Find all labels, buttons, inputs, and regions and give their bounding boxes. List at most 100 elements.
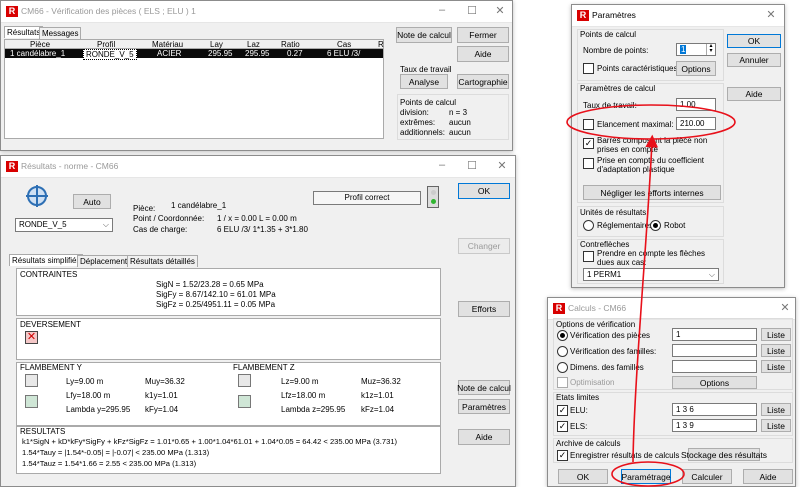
- liste-button[interactable]: Liste: [761, 419, 791, 432]
- verif-familles-radio[interactable]: [557, 346, 568, 357]
- sigfy-value: SigFy = 8.67/142.10 = 61.01 MPa: [156, 290, 276, 299]
- dimens-familles-label: Dimens. des familles: [570, 363, 644, 372]
- elancement-label: Elancement maximal:: [597, 120, 674, 129]
- note-de-calcul-button[interactable]: Note de calcul: [457, 380, 511, 395]
- col-lay[interactable]: Lay: [210, 40, 223, 49]
- points-caracteristiques-checkbox[interactable]: [583, 63, 594, 74]
- els-checkbox[interactable]: ✓: [557, 421, 568, 432]
- note-de-calcul-button[interactable]: Note de calcul: [396, 27, 452, 43]
- options-button[interactable]: Options: [676, 61, 716, 76]
- dimens-familles-radio[interactable]: [557, 362, 568, 373]
- window-title: Paramètres: [592, 10, 636, 20]
- parametrage-button[interactable]: Paramétrage: [621, 469, 671, 484]
- negliger-efforts-button[interactable]: Négliger les efforts internes: [583, 185, 721, 200]
- close-icon[interactable]: ✕: [776, 301, 794, 314]
- fermer-button[interactable]: Fermer: [457, 27, 509, 43]
- minimize-icon[interactable]: –: [433, 159, 451, 171]
- barres-checkbox[interactable]: ✓: [583, 138, 594, 149]
- auto-button[interactable]: Auto: [73, 194, 111, 209]
- tab-deplacements[interactable]: Déplacements: [77, 255, 135, 267]
- nombre-points-spinner[interactable]: 1 ▴ ▾: [676, 43, 716, 56]
- calculs-dialog: R Calculs - CM66 ✕ Options de vérificati…: [547, 297, 796, 487]
- flambement-z-icon: [238, 374, 251, 387]
- annuler-button[interactable]: Annuler: [727, 53, 781, 67]
- plastique-checkbox[interactable]: [583, 158, 594, 169]
- close-icon[interactable]: ✕: [493, 159, 511, 172]
- maximize-icon[interactable]: ☐: [463, 159, 481, 172]
- aide-button[interactable]: Aide: [458, 429, 510, 445]
- liste-button[interactable]: Liste: [761, 403, 791, 416]
- liste-button[interactable]: Liste: [761, 328, 791, 341]
- close-icon[interactable]: ✕: [762, 8, 780, 21]
- changer-button[interactable]: Changer: [458, 238, 510, 254]
- points-calcul-title: Points de calcul: [580, 30, 637, 39]
- aide-button[interactable]: Aide: [457, 46, 509, 62]
- optimisation-label: Optimisation: [570, 378, 615, 387]
- pts-label: extrêmes:: [400, 118, 436, 127]
- elu-checkbox[interactable]: ✓: [557, 405, 568, 416]
- verif-pieces-input[interactable]: 1: [672, 328, 757, 341]
- col-piece[interactable]: Pièce: [30, 40, 50, 49]
- spinner-arrows-icon[interactable]: ▴ ▾: [706, 44, 715, 55]
- reglementaires-radio[interactable]: [583, 220, 594, 231]
- efforts-button[interactable]: Efforts: [458, 301, 510, 317]
- lz-value: Lz=9.00 m: [281, 377, 319, 386]
- robot-radio[interactable]: [650, 220, 661, 231]
- app-logo-icon: R: [6, 161, 18, 172]
- taux-travail-input[interactable]: 1.00: [676, 98, 716, 111]
- dimens-familles-input[interactable]: [672, 360, 757, 373]
- ok-button[interactable]: OK: [458, 183, 510, 199]
- pts-label: additionnels:: [400, 128, 445, 137]
- tab-resultats[interactable]: Résultats: [4, 26, 44, 38]
- taux-travail-label: Taux de travail: [400, 65, 452, 74]
- archive-title: Archive de calculs: [556, 439, 621, 448]
- analyse-button[interactable]: Analyse: [400, 74, 448, 89]
- elu-input[interactable]: 1 3 6: [672, 403, 757, 416]
- parametres-dialog: R Paramètres ✕ Points de calcul Nombre d…: [571, 4, 785, 288]
- elancement-input[interactable]: 210.00: [676, 117, 716, 130]
- title-bar: R Paramètres ✕: [572, 5, 784, 27]
- aide-button[interactable]: Aide: [727, 87, 781, 101]
- col-laz[interactable]: Laz: [247, 40, 260, 49]
- ok-button[interactable]: OK: [727, 34, 781, 48]
- tab-messages[interactable]: Messages: [39, 27, 82, 39]
- col-ratio[interactable]: Ratio: [281, 40, 300, 49]
- resultats-title: RESULTATS: [20, 427, 66, 436]
- title-bar: R Résultats - norme - CM66 – ☐ ✕: [1, 156, 515, 178]
- verif-pieces-radio[interactable]: [557, 330, 568, 341]
- verif-familles-input[interactable]: [672, 344, 757, 357]
- enregistrer-checkbox[interactable]: ✓: [557, 450, 568, 461]
- k1z-value: k1z=1.01: [361, 391, 394, 400]
- els-input[interactable]: 1 3 9: [672, 419, 757, 432]
- col-cas[interactable]: Cas: [337, 40, 351, 49]
- robot-label: Robot: [664, 221, 686, 230]
- calculer-button[interactable]: Calculer: [682, 469, 732, 484]
- cas-select[interactable]: 1 PERM1 ⌵: [583, 268, 719, 281]
- ok-button[interactable]: OK: [558, 469, 608, 484]
- flambement-z-title: FLAMBEMENT Z: [233, 363, 295, 372]
- tab-resultats-simplifies[interactable]: Résultats simplifiés: [9, 254, 84, 266]
- profile-select[interactable]: RONDE_V_5 ⌵: [15, 218, 113, 232]
- options-button[interactable]: Options: [672, 376, 757, 389]
- optimisation-checkbox[interactable]: [557, 377, 568, 388]
- verification-window: R CM66 - Vérification des pièces ( ELS ;…: [0, 0, 513, 151]
- col-r[interactable]: R: [378, 40, 384, 49]
- aide-button[interactable]: Aide: [743, 469, 793, 484]
- maximize-icon[interactable]: ☐: [463, 4, 481, 17]
- contrefleches-checkbox[interactable]: [583, 251, 594, 262]
- minimize-icon[interactable]: –: [433, 4, 451, 16]
- table-row[interactable]: 1 candélabre_1 RONDE_V_5 ACIER 295.95 29…: [5, 49, 383, 60]
- lambda-z-value: Lambda z=295.95: [281, 405, 346, 414]
- tab-resultats-detailles[interactable]: Résultats détaillés: [127, 255, 198, 267]
- close-icon[interactable]: ✕: [491, 4, 509, 17]
- parametres-button[interactable]: Paramètres: [458, 399, 510, 414]
- result-line-3: 1.54*Tauz = 1.54*1.66 = 2.55 < 235.00 MP…: [22, 459, 197, 468]
- col-profil[interactable]: Profil: [97, 40, 115, 49]
- elancement-checkbox[interactable]: [583, 119, 594, 130]
- chevron-down-icon: ⌵: [708, 270, 715, 279]
- liste-button[interactable]: Liste: [761, 360, 791, 373]
- col-materiau[interactable]: Matériau: [152, 40, 183, 49]
- stockage-button[interactable]: Stockage des résultats: [681, 448, 767, 461]
- cartographie-button[interactable]: Cartographie: [457, 74, 509, 89]
- liste-button[interactable]: Liste: [761, 344, 791, 357]
